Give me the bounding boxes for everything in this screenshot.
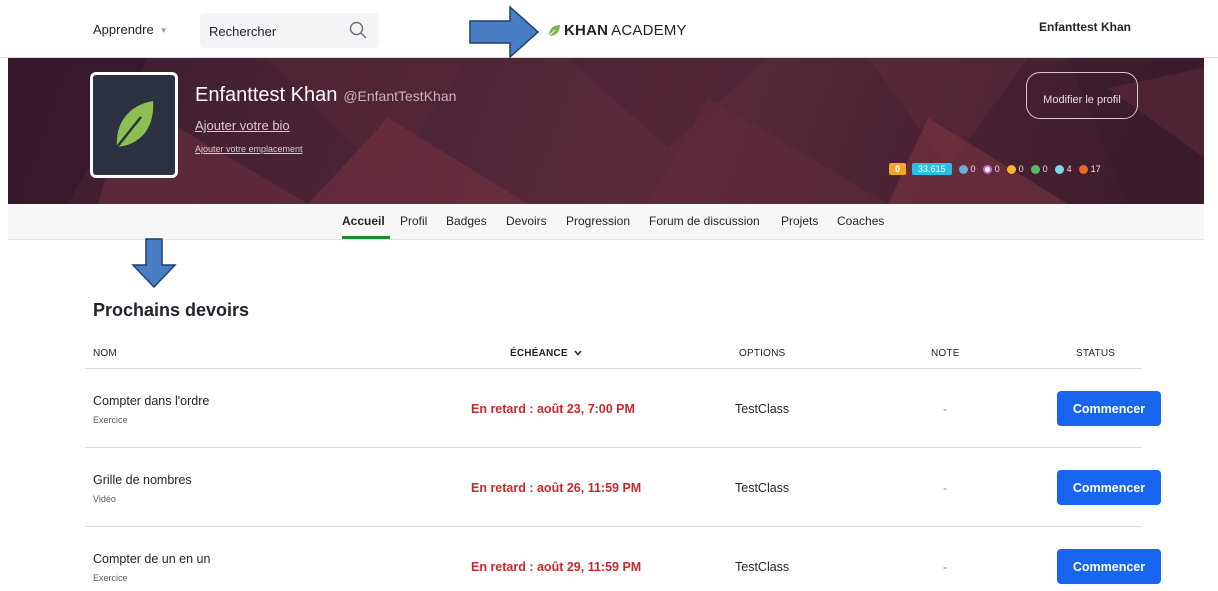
badge-count-challenge: 17 bbox=[1078, 164, 1101, 174]
assignment-class: TestClass bbox=[735, 560, 790, 574]
table-row: Compter dans l'ordre Exercice En retard … bbox=[85, 369, 1161, 448]
edit-profile-button[interactable]: Modifier le profil bbox=[1026, 72, 1138, 119]
add-location-link[interactable]: Ajouter votre emplacement bbox=[195, 144, 303, 154]
column-header-options: OPTIONS bbox=[739, 348, 786, 359]
banner-background bbox=[8, 58, 1204, 204]
annotation-arrow-right-icon bbox=[469, 5, 540, 59]
upcoming-assignments-title: Prochains devoirs bbox=[93, 300, 250, 320]
tab-devoirs[interactable]: Devoirs bbox=[506, 214, 547, 228]
profile-name: Enfanttest Khan bbox=[195, 84, 338, 106]
black-hole-badge-icon bbox=[1054, 164, 1064, 174]
points-badge: 33.615 bbox=[912, 163, 952, 175]
annotation-arrow-down-icon bbox=[131, 238, 177, 289]
column-header-name: NOM bbox=[93, 348, 117, 359]
badge-count-meteorite: 0 bbox=[958, 164, 976, 174]
profile-display-name: Enfanttest Khan @EnfantTestKhan bbox=[195, 84, 456, 107]
assignment-grade: - bbox=[943, 560, 947, 574]
profile-tabs: Accueil Profil Badges Devoirs Progressio… bbox=[8, 204, 1204, 240]
search-input[interactable] bbox=[209, 21, 339, 41]
assignment-class: TestClass bbox=[735, 402, 790, 416]
search-icon[interactable] bbox=[349, 21, 367, 39]
assignment-class: TestClass bbox=[735, 481, 790, 495]
add-bio-link[interactable]: Ajouter votre bio bbox=[195, 118, 290, 133]
badge-count-black-hole: 4 bbox=[1054, 164, 1072, 174]
profile-banner: Enfanttest Khan @EnfantTestKhan Ajouter v… bbox=[8, 58, 1204, 204]
badge-count-moon: 0 bbox=[982, 164, 1000, 174]
column-header-status: STATUS bbox=[1076, 348, 1116, 359]
tab-progression[interactable]: Progression bbox=[566, 214, 630, 228]
start-button[interactable]: Commencer bbox=[1057, 549, 1161, 584]
active-tab-indicator bbox=[342, 236, 390, 239]
assignment-grade: - bbox=[943, 481, 947, 495]
start-button[interactable]: Commencer bbox=[1057, 391, 1161, 426]
badge-count-earth: 0 bbox=[1006, 164, 1024, 174]
assignment-due-date: En retard : août 26, 11:59 PM bbox=[471, 481, 642, 495]
logo-text-bold: KHAN bbox=[564, 22, 609, 39]
tab-accueil[interactable]: Accueil bbox=[342, 214, 385, 228]
assignment-title[interactable]: Compter de un en un bbox=[93, 552, 210, 566]
column-header-grade: NOTE bbox=[931, 348, 960, 359]
assignment-type: Vidéo bbox=[93, 494, 116, 504]
profile-stats: 0 33.615 0 0 0 0 4 17 bbox=[889, 163, 1101, 175]
assignment-due-date: En retard : août 23, 7:00 PM bbox=[471, 402, 635, 416]
assignment-grade: - bbox=[943, 402, 947, 416]
tab-forum[interactable]: Forum de discussion bbox=[649, 214, 760, 228]
start-button[interactable]: Commencer bbox=[1057, 470, 1161, 505]
avatar[interactable] bbox=[90, 72, 178, 178]
table-row: Compter de un en un Exercice En retard :… bbox=[85, 527, 1161, 591]
assignment-type: Exercice bbox=[93, 573, 128, 583]
leaf-icon bbox=[116, 101, 154, 148]
streak-badge: 0 bbox=[889, 163, 907, 175]
learn-menu-label[interactable]: Apprendre bbox=[93, 22, 154, 37]
table-row: Grille de nombres Vidéo En retard : août… bbox=[85, 448, 1161, 527]
meteorite-badge-icon bbox=[958, 164, 968, 174]
chevron-down-icon bbox=[574, 350, 582, 357]
sun-badge-icon bbox=[1030, 164, 1040, 174]
tab-profil[interactable]: Profil bbox=[400, 214, 427, 228]
assignment-title[interactable]: Grille de nombres bbox=[93, 473, 192, 487]
tab-badges[interactable]: Badges bbox=[446, 214, 487, 228]
challenge-badge-icon bbox=[1078, 164, 1088, 174]
assignment-title[interactable]: Compter dans l'ordre bbox=[93, 394, 209, 408]
khan-academy-logo[interactable]: KHAN ACADEMY bbox=[548, 22, 687, 39]
tab-projets[interactable]: Projets bbox=[781, 214, 818, 228]
tab-coaches[interactable]: Coaches bbox=[837, 214, 884, 228]
leaf-logo-icon bbox=[548, 25, 560, 37]
profile-username: @EnfantTestKhan bbox=[343, 88, 457, 104]
column-header-due[interactable]: ÉCHÉANCE bbox=[510, 348, 582, 359]
search-box[interactable] bbox=[200, 13, 379, 48]
top-nav: Apprendre ▼ KHANACADEMY Enfanttest Khan bbox=[0, 0, 1218, 58]
learn-menu[interactable]: Apprendre ▼ bbox=[93, 22, 168, 37]
assignment-due-date: En retard : août 29, 11:59 PM bbox=[471, 560, 642, 574]
logo-text-light: ACADEMY bbox=[611, 22, 687, 39]
column-header-due-label: ÉCHÉANCE bbox=[510, 348, 568, 359]
moon-badge-icon bbox=[982, 164, 992, 174]
earth-badge-icon bbox=[1006, 164, 1016, 174]
badge-count-sun: 0 bbox=[1030, 164, 1048, 174]
assignment-type: Exercice bbox=[93, 415, 128, 425]
chevron-down-icon: ▼ bbox=[159, 25, 168, 35]
user-menu[interactable]: Enfanttest Khan bbox=[1039, 20, 1131, 34]
